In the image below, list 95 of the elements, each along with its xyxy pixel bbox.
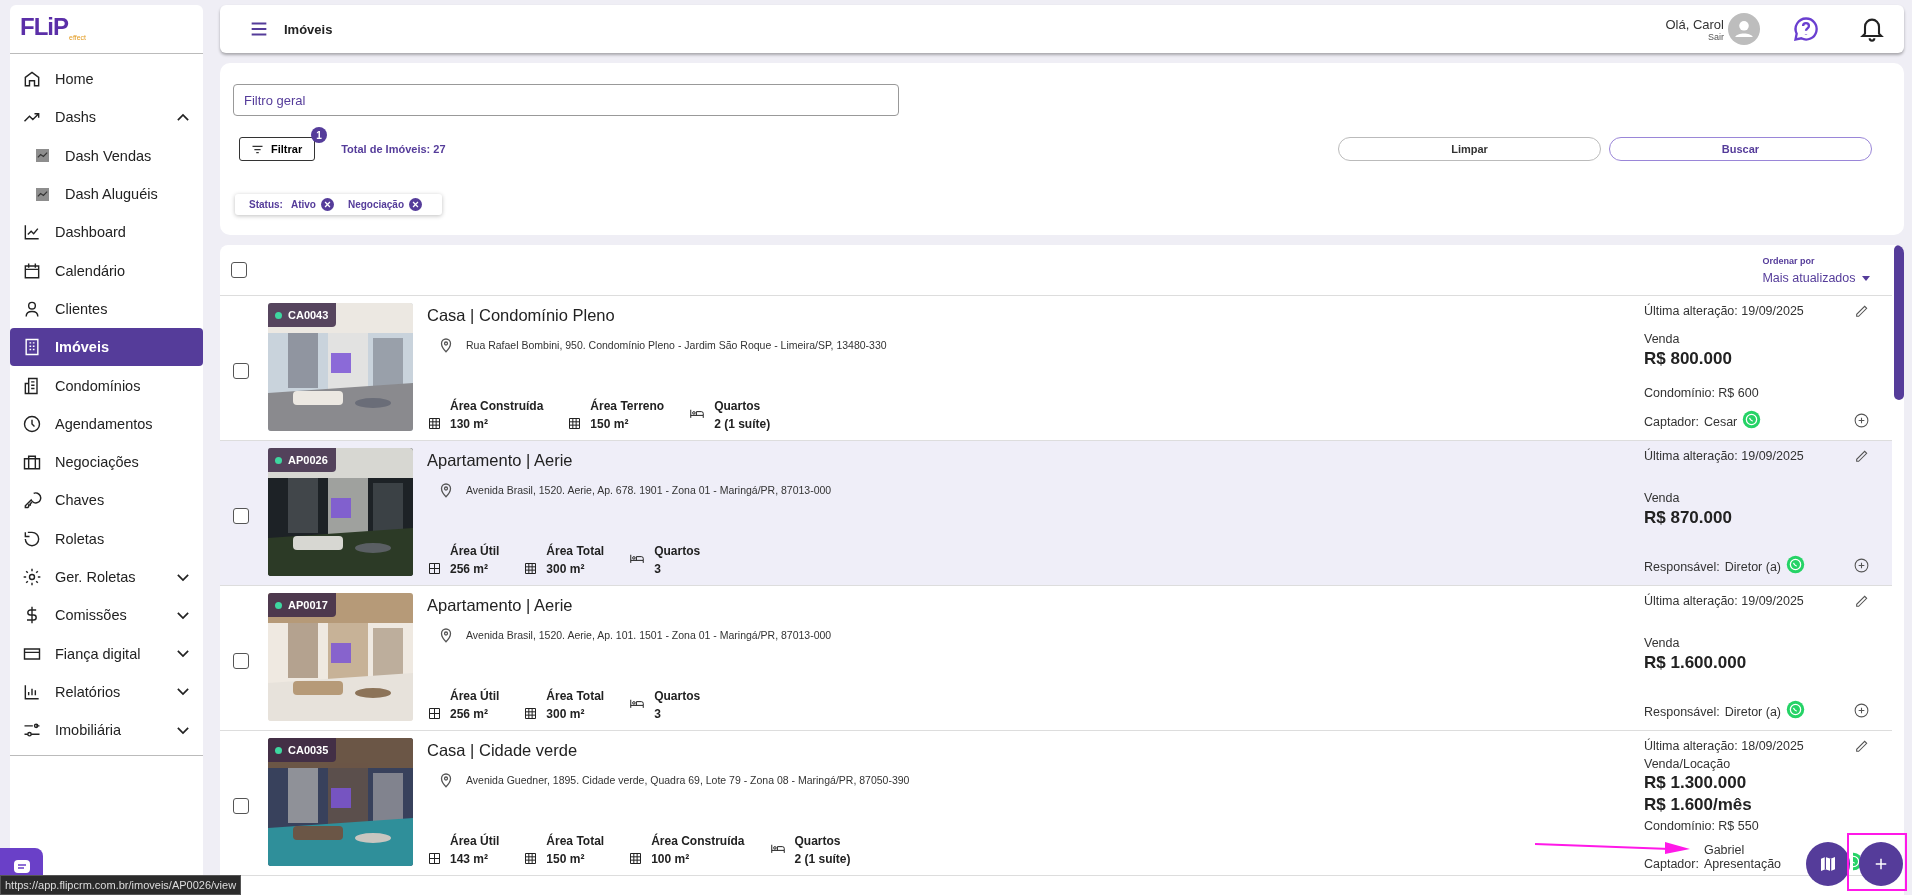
feature-value: 256 m² [450,706,490,723]
deal-type: Venda/Locação [1644,757,1732,771]
feature-label: Área Terreno [590,397,665,415]
contact-name: Cesar [1703,415,1738,429]
property-address: Rua Rafael Bombini, 950. Condomínio Pleno - Jardim São Roque - Limeira/SP, 13480-330 [466,339,887,351]
feature-label: Quartos [714,398,762,415]
feature-value: 300 m² [546,561,586,578]
feature-value: 3 [654,706,662,723]
nav-item[interactable]: Dashs [10,98,203,137]
contact-name: Diretor (a) [1724,705,1781,719]
price: R$ 800.000 [1644,349,1733,369]
feature-label: Área Total [546,687,605,705]
feature-label: Área Total [546,832,605,850]
last-updated: Última alteração: 18/09/2025 [1644,739,1804,753]
sort-dropdown[interactable]: Mais atualizados [1762,270,1870,285]
property-code-tag: CA0043 [268,303,337,327]
nav-subitem[interactable]: Dash Aluguéis [10,174,203,214]
nav-item[interactable]: Imobiliária [10,711,203,750]
last-updated: Última alteração: 19/09/2025 [1644,449,1804,463]
feature-label: Quartos [654,543,701,560]
nav-item[interactable]: Comissões [10,596,203,635]
feature-value: 100 m² [651,851,691,868]
property-address: Avenida Guedner, 1895. Cidade verde, Quadra 69, Lote 79 - Zona 08 - Maringá/PR, 87050-390 [466,774,910,786]
filter-button[interactable]: Filtrar [239,137,316,161]
feature-value: 300 m² [546,706,586,723]
contact-role: Responsável: [1644,560,1720,574]
nav-item[interactable]: Agendamentos [10,404,203,443]
feature-label: Área Total [546,542,605,560]
feature-value: 130 m² [450,416,490,433]
property-address: Avenida Brasil, 1520. Aerie, Ap. 101. 1501 - Zona 01 - Maringá/PR, 87013-000 [466,629,832,641]
price: R$ 1.600.000 [1644,653,1748,673]
nav-item[interactable]: Calendário [10,251,203,290]
nav-subitem[interactable]: Dash Vendas [10,136,203,175]
chip-value: Ativo [290,199,316,210]
nav-item[interactable]: Ger. Roletas [10,557,203,597]
deal-type: Venda [1644,332,1681,346]
property-title[interactable]: Apartamento | Aerie [427,451,1644,470]
feature-value: 150 m² [590,416,630,433]
nav-item[interactable]: Clientes [10,289,203,329]
property-code-tag: AP0017 [268,593,336,617]
chip-value: Negociação [347,199,405,210]
price: R$ 1.300.000 [1644,773,1748,793]
deal-type: Venda [1644,636,1681,650]
condo-fee: Condomínio: R$ 550 [1644,819,1760,833]
feature-label: Área Útil [450,687,500,705]
total-count: Total de Imóveis: 27 [341,143,446,155]
price: R$ 870.000 [1644,508,1733,528]
contact-name: Gabriel Apresentação [1703,843,1783,871]
feature-value: 2 (1 suíte) [714,416,771,433]
feature-value: 150 m² [546,851,586,868]
logo[interactable]: FLiP [20,13,68,41]
user-greeting: Olá, Carol [1665,16,1724,32]
sort-label: Ordenar por [1762,255,1815,266]
deal-type: Venda [1644,491,1681,505]
count-badge: 1 [311,127,327,143]
feature-label: Área Útil [450,542,500,560]
clear-button[interactable]: Limpar [1338,137,1601,161]
last-updated: Última alteração: 19/09/2025 [1644,594,1804,608]
link-url-tooltip: https://app.flipcrm.com.br/imoveis/AP0026/view [0,875,242,895]
feature-label: Área Construída [651,832,745,850]
nav-item[interactable]: Negociações [10,442,203,482]
nav-item[interactable]: Chaves [10,481,203,520]
feature-label: Quartos [654,688,701,705]
feature-value: 3 [654,561,662,578]
property-title[interactable]: Casa | Condomínio Pleno [427,306,1644,325]
contact-role: Captador: [1644,857,1699,871]
chip-label: Status: [249,199,283,210]
nav-item[interactable]: Condomínios [10,366,203,405]
contact-role: Responsável: [1644,705,1720,719]
nav-item[interactable]: Home [10,60,203,99]
feature-value: 2 (1 suíte) [794,851,851,868]
property-title[interactable]: Casa | Cidade verde [427,741,1644,760]
property-code-tag: AP0026 [268,448,336,472]
contact-name: Diretor (a) [1724,560,1781,574]
property-code-tag: CA0035 [268,738,337,762]
logout-link[interactable]: Sair [1708,31,1724,42]
property-title[interactable]: Apartamento | Aerie [427,596,1644,615]
nav-item[interactable]: Imóveis [10,328,203,367]
price: R$ 1.600/mês [1644,795,1753,815]
nav-item[interactable]: Roletas [10,519,203,558]
feature-label: Área Útil [450,832,500,850]
nav-item[interactable]: Dashboard [10,213,203,252]
last-updated: Última alteração: 19/09/2025 [1644,304,1804,318]
search-field[interactable]: Filtro geral [233,84,899,116]
property-address: Avenida Brasil, 1520. Aerie, Ap. 678. 1901 - Zona 01 - Maringá/PR, 87013-000 [466,484,832,496]
feature-label: Quartos [794,833,842,850]
contact-role: Captador: [1644,415,1699,429]
page-title: Imóveis [284,21,333,37]
search-button[interactable]: Buscar [1609,137,1872,161]
nav-item[interactable]: Relatórios [10,672,203,712]
nav-item[interactable]: Fiança digital [10,634,203,673]
feature-value: 143 m² [450,851,490,868]
condo-fee: Condomínio: R$ 600 [1644,386,1760,400]
feature-value: 256 m² [450,561,490,578]
feature-label: Área Construída [450,397,544,415]
